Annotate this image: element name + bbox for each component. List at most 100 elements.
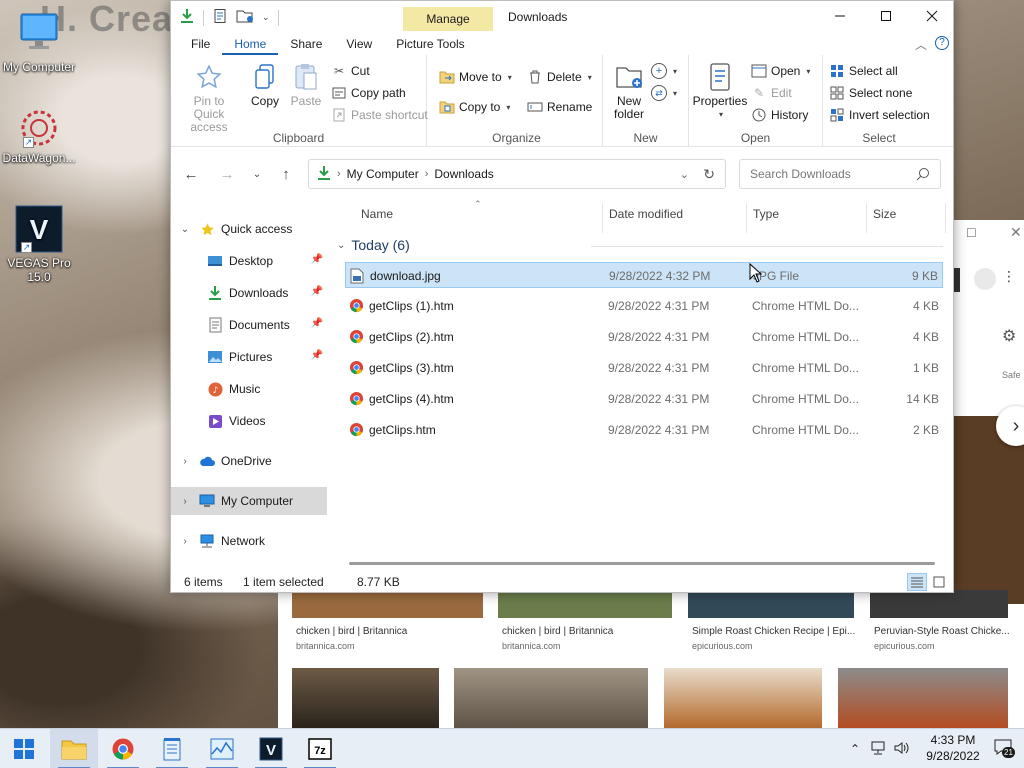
image-tile[interactable] (664, 668, 822, 728)
column-divider[interactable] (746, 203, 747, 233)
tile-title[interactable]: Peruvian-Style Roast Chicke... (874, 626, 1010, 637)
tab-share[interactable]: Share (278, 33, 334, 55)
image-tile[interactable] (838, 668, 1008, 728)
image-tile[interactable] (292, 668, 439, 728)
pin-to-quick-access-button[interactable]: Pin to Quick access (177, 63, 241, 134)
image-tile[interactable] (454, 668, 648, 728)
large-icons-view-button[interactable] (929, 573, 949, 591)
manage-contextual-tab[interactable]: Manage (403, 7, 493, 31)
forward-button[interactable]: → (215, 162, 239, 186)
nav-item-onedrive[interactable]: › OneDrive (171, 447, 327, 475)
file-row[interactable]: getClips (3).htm 9/28/2022 4:31 PM Chrom… (345, 355, 943, 381)
image-tile[interactable] (498, 590, 672, 618)
up-button[interactable]: ↑ (274, 162, 298, 186)
nav-item-pictures[interactable]: Pictures 📌 (171, 343, 327, 371)
pin-icon[interactable]: 📌 (311, 350, 323, 361)
tile-title[interactable]: chicken | bird | Britannica (296, 626, 407, 637)
taskbar-notepad[interactable] (148, 729, 196, 768)
image-tile[interactable] (870, 590, 1008, 618)
column-divider[interactable] (866, 203, 867, 233)
pin-icon[interactable]: 📌 (311, 286, 323, 297)
gear-icon[interactable]: ⚙ (1002, 326, 1016, 346)
desktop-icon-my-computer[interactable]: My Computer (0, 10, 78, 74)
minimize-button[interactable] (817, 1, 863, 31)
back-button[interactable]: ← (179, 162, 203, 186)
copy-button[interactable]: Copy (247, 63, 283, 108)
new-folder-button[interactable]: New folder (609, 63, 649, 121)
easy-access-button[interactable]: ⇄ ▾ (651, 85, 677, 101)
properties-button[interactable]: Properties ▾ (691, 63, 749, 121)
paste-button[interactable]: Paste (287, 63, 325, 108)
chevron-collapsed-icon[interactable]: › (171, 536, 199, 547)
history-button[interactable]: History (751, 107, 808, 123)
column-divider[interactable] (945, 203, 946, 233)
taskbar-vegas-pro[interactable]: V (247, 729, 295, 768)
tab-picture-tools[interactable]: Picture Tools (384, 33, 476, 55)
column-header-type[interactable]: Type (753, 207, 779, 221)
move-to-button[interactable]: Move to ▾ (439, 69, 512, 85)
file-row[interactable]: getClips.htm 9/28/2022 4:31 PM Chrome HT… (345, 417, 943, 443)
tab-view[interactable]: View (334, 33, 384, 55)
chevron-collapsed-icon[interactable]: › (171, 456, 199, 467)
nav-item-network[interactable]: › Network (171, 527, 327, 555)
nav-item-desktop[interactable]: Desktop 📌 (171, 247, 327, 275)
properties-icon[interactable] (212, 8, 228, 27)
select-none-button[interactable]: Select none (829, 85, 912, 101)
copy-path-button[interactable]: Copy path (331, 85, 406, 101)
new-folder-icon[interactable] (236, 8, 254, 27)
edit-button[interactable]: ✎ Edit (751, 85, 792, 101)
nav-item-videos[interactable]: Videos (171, 407, 327, 435)
notifications-button[interactable]: 21 (994, 739, 1016, 759)
tab-file[interactable]: File (179, 33, 222, 55)
nav-item-documents[interactable]: Documents 📌 (171, 311, 327, 339)
details-view-button[interactable] (907, 573, 927, 591)
horizontal-scrollbar[interactable] (349, 562, 935, 565)
nav-item-downloads[interactable]: Downloads 📌 (171, 279, 327, 307)
desktop-icon-vegas-pro[interactable]: V ↗ VEGAS Pro 15.0 (0, 205, 78, 284)
breadcrumb-my-computer[interactable]: My Computer (347, 167, 419, 181)
column-header-date[interactable]: Date modified (609, 207, 683, 221)
maximize-button[interactable] (863, 1, 909, 31)
file-row[interactable]: getClips (4).htm 9/28/2022 4:31 PM Chrom… (345, 386, 943, 412)
taskbar-file-explorer[interactable] (50, 729, 98, 768)
address-bar[interactable]: › My Computer › Downloads ⌄ ↻ (308, 159, 726, 189)
new-item-button[interactable]: + ▾ (651, 63, 677, 79)
select-all-button[interactable]: Select all (829, 63, 898, 79)
column-header-name[interactable]: Name (361, 207, 393, 221)
nav-item-quick-access[interactable]: ⌄ Quick access (171, 215, 327, 243)
file-row[interactable]: download.jpg 9/28/2022 4:32 PM JPG File … (345, 262, 943, 288)
taskbar-7zip[interactable]: 7z (296, 729, 344, 768)
start-button[interactable] (0, 729, 48, 768)
tile-title[interactable]: Simple Roast Chicken Recipe | Epi... (692, 626, 855, 637)
address-dropdown-icon[interactable]: ⌄ (680, 168, 689, 181)
image-tile[interactable] (292, 590, 483, 618)
help-icon[interactable]: ? (935, 36, 949, 50)
close-button[interactable] (909, 1, 955, 31)
desktop-icon-datawagon[interactable]: ↗ DataWagon... (0, 108, 78, 165)
taskbar-clock[interactable]: 4:33 PM 9/28/2022 (910, 732, 996, 764)
maximize-icon[interactable]: ☐ (966, 226, 977, 240)
chevron-up-icon[interactable]: ⌃ (850, 742, 866, 756)
delete-button[interactable]: Delete ▾ (527, 69, 592, 85)
collapse-ribbon-icon[interactable]: ︿ (915, 36, 927, 53)
image-tile[interactable] (688, 590, 854, 618)
taskbar-chrome[interactable] (99, 729, 147, 768)
cut-button[interactable]: ✂ Cut (331, 63, 370, 79)
network-icon[interactable] (866, 741, 890, 758)
chevron-collapsed-icon[interactable]: › (171, 496, 199, 507)
invert-selection-button[interactable]: Invert selection (829, 107, 930, 123)
close-icon[interactable]: ✕ (1010, 224, 1022, 241)
open-button[interactable]: Open ▾ (751, 63, 810, 79)
recent-locations-button[interactable]: ⌄ (245, 162, 269, 186)
chevron-expanded-icon[interactable]: ⌄ (171, 224, 199, 235)
column-header-size[interactable]: Size (873, 207, 896, 221)
file-row[interactable]: getClips (2).htm 9/28/2022 4:31 PM Chrom… (345, 324, 943, 350)
nav-item-music[interactable]: ♪ Music (171, 375, 327, 403)
menu-icon[interactable]: ⋮ (1002, 268, 1016, 285)
pin-icon[interactable]: 📌 (311, 254, 323, 265)
column-divider[interactable] (602, 203, 603, 233)
nav-item-my-computer[interactable]: › My Computer (171, 487, 327, 515)
download-arrow-icon[interactable] (179, 8, 195, 27)
file-explorer-window[interactable]: ⌄ Manage Downloads File Home Share View … (170, 0, 954, 593)
chevron-down-icon[interactable]: ⌄ (262, 12, 270, 23)
